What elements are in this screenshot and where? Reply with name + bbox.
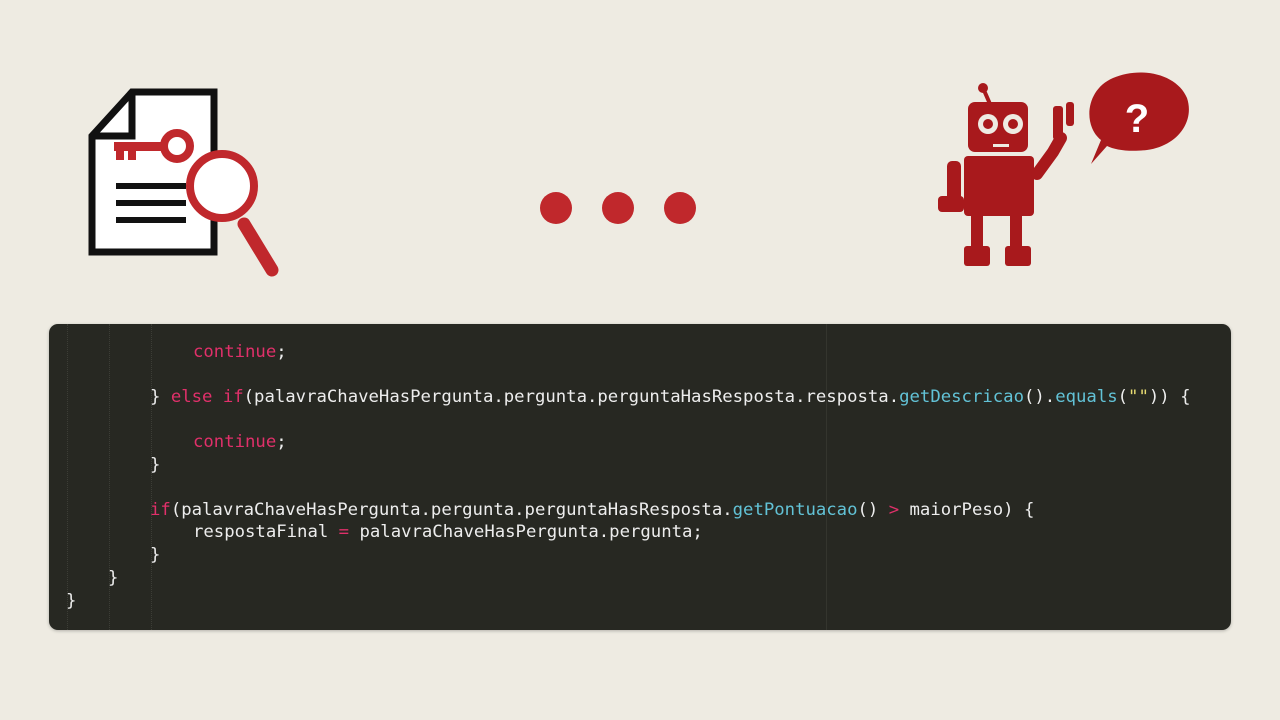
bubble-question-mark: ? bbox=[1125, 97, 1149, 141]
code-line-5: if(palavraChaveHasPergunta.pergunta.perg… bbox=[150, 500, 1035, 520]
indent-guide bbox=[151, 324, 152, 630]
code-line-9: } bbox=[66, 591, 77, 611]
code-line-1: continue; bbox=[193, 342, 287, 362]
code-line-4: } bbox=[150, 455, 161, 475]
code-line-2: } else if(palavraChaveHasPergunta.pergun… bbox=[150, 387, 1191, 407]
code-line-6: respostaFinal = palavraChaveHasPergunta.… bbox=[193, 522, 703, 542]
robot-question-icon: ? bbox=[938, 72, 1189, 266]
document-key-magnifier-icon bbox=[88, 88, 279, 277]
speech-bubble-icon: ? bbox=[1089, 72, 1189, 164]
indent-guide bbox=[67, 324, 68, 630]
ellipsis-dots-icon bbox=[540, 192, 696, 224]
code-line-8: } bbox=[108, 568, 119, 588]
code-line-3: continue; bbox=[193, 432, 287, 452]
code-line-7: } bbox=[150, 545, 161, 565]
column-ruler bbox=[826, 324, 827, 630]
code-editor-panel: continue; } else if(palavraChaveHasPergu… bbox=[49, 324, 1231, 630]
